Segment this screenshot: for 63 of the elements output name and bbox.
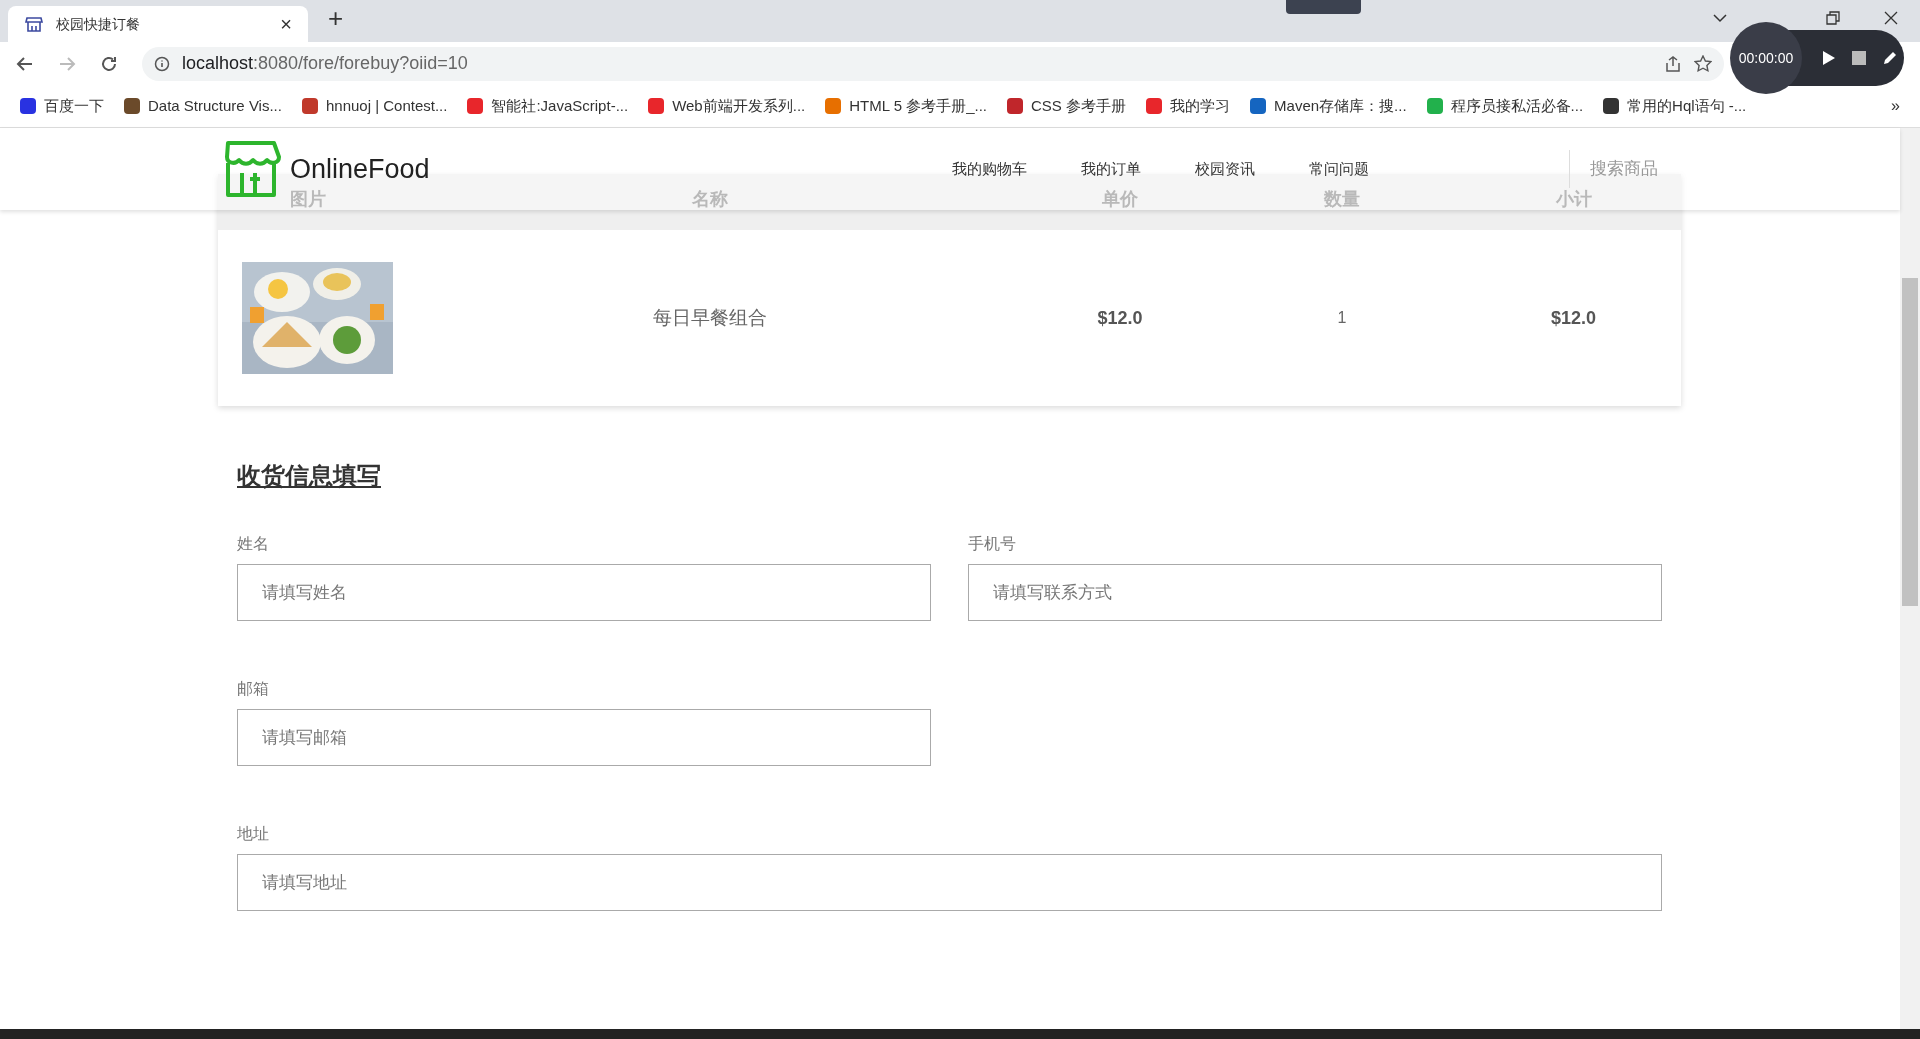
price-cell-text: $12.0 [1096,306,1144,330]
column-header: 小计 [1554,188,1593,211]
bookmark-icon [20,98,36,114]
field-label: 手机号 [968,534,1017,554]
input-field[interactable]: 请填写地址 [237,854,1662,911]
close-icon[interactable] [1884,11,1898,25]
bookmark-icon [648,98,665,114]
url-text: localhost:8080/fore/forebuy?oiid=10 [182,52,469,75]
bookmark[interactable]: 程序员接私活必备... [1426,94,1584,118]
bookmark[interactable]: HTML 5 参考手册_... [825,94,988,118]
column-header: 名称 [691,188,729,211]
bookmark[interactable]: Data Structure Vis... [124,94,282,118]
product-name: 每日早餐组合 [652,305,768,330]
column-header: 单价 [1101,188,1139,211]
bookmark[interactable]: 我的学习 [1146,94,1231,118]
bookmark-icon [825,98,842,114]
bookmark-icon [1426,98,1443,114]
bookmark[interactable]: 百度一下 [20,94,104,118]
input-field[interactable]: 请填写邮箱 [237,709,931,766]
shop-icon [24,14,44,34]
more-bookmarks-button[interactable]: » [1891,94,1900,118]
restore-icon[interactable] [1826,11,1840,25]
bookmark-icon [1603,98,1620,114]
nav-link[interactable]: 我的购物车 [951,157,1027,181]
section-title: 收货信息填写 [237,461,381,491]
tab-title: 校园快捷订餐 [56,14,141,34]
field-label: 地址 [237,824,270,844]
bookmark[interactable]: 智能社:JavaScript-... [467,94,629,118]
bookmark[interactable]: 常用的Hql语句 -... [1603,94,1747,118]
nav-link[interactable]: 我的订单 [1080,157,1141,181]
quantity-cell-text: 1 [1336,308,1348,328]
bookmark[interactable]: Web前端开发系列... [648,94,806,118]
address-bar[interactable]: localhost:8080/fore/forebuy?oiid=10 [142,46,1724,81]
back-icon[interactable] [16,54,34,73]
pencil-icon[interactable] [1882,50,1898,66]
reload-icon[interactable] [100,54,118,73]
bookmark[interactable]: hnnuoj | Contest... [301,94,448,118]
bookmark-icon [1007,98,1024,114]
info-icon [154,55,170,72]
bookmark[interactable]: CSS 参考手册 [1007,94,1127,118]
field-label: 邮箱 [237,679,270,699]
chevron-down-icon[interactable] [1712,12,1728,24]
nav-link[interactable]: 常问问题 [1308,157,1369,181]
browser-tab[interactable]: 校园快捷订餐 × [8,6,308,42]
play-icon[interactable] [1822,50,1836,66]
nav-link[interactable]: 校园资讯 [1194,157,1255,181]
bookmark[interactable]: Maven存储库：搜... [1250,94,1407,118]
subtotal-cell-text: $12.0 [1549,306,1597,330]
column-header: 数量 [1323,188,1361,211]
star-icon[interactable] [1694,54,1712,73]
column-header: 图片 [289,188,327,211]
field-label: 姓名 [237,534,270,554]
bookmark-icon [301,98,318,114]
bookmark-icon [467,98,484,114]
share-icon[interactable] [1664,54,1682,73]
new-tab-button[interactable]: + [328,0,344,38]
logo-text: OnlineFood [290,152,430,186]
close-icon[interactable]: × [280,9,292,39]
input-field[interactable]: 请填写联系方式 [968,564,1662,621]
input-field[interactable]: 请填写姓名 [237,564,931,621]
bookmark-icon [124,98,140,114]
bookmark-icon [1250,98,1267,114]
bookmark-icon [1146,98,1163,114]
